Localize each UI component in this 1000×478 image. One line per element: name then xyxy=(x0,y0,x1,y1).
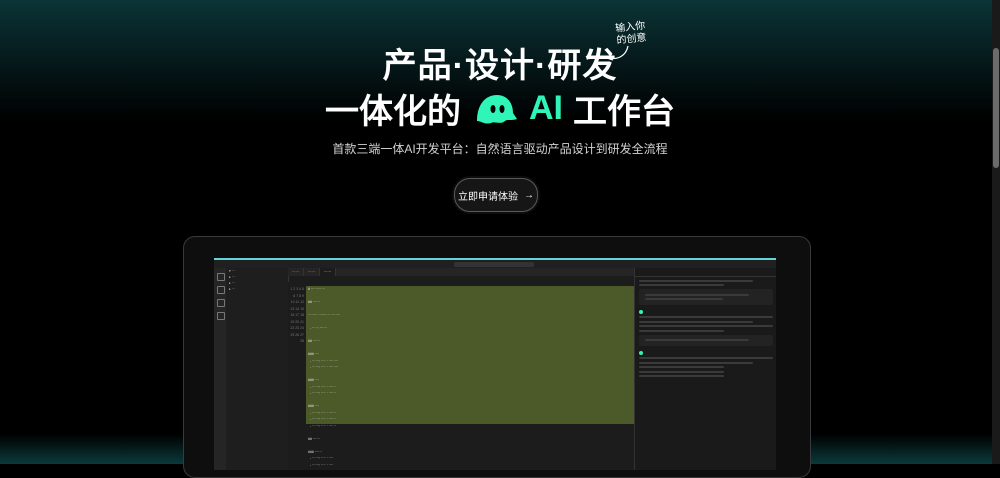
ide-tabs: ······ ······ ······ xyxy=(288,268,634,276)
chat-text-line xyxy=(639,316,773,318)
chat-text-line xyxy=(639,325,773,327)
explorer-item: ▸ ··· xyxy=(229,287,236,291)
chat-text-line xyxy=(645,293,749,296)
chat-author xyxy=(639,309,773,314)
ai-chat-panel xyxy=(634,268,776,470)
ide-titlebar xyxy=(214,260,776,268)
editor-tab: ······ xyxy=(288,268,304,276)
ide-explorer: ▾ ··· ▸ ··· ▸ ··· ▸ ··· xyxy=(226,268,289,470)
ide-activity-bar xyxy=(214,268,226,470)
ide-editor: 1 2 3 4 5 6 7 8 9 10 11 12 13 14 15 16 1… xyxy=(288,282,634,470)
hero-subtitle: 首款三端一体AI开发平台：自然语言驱动产品设计到研发全流程 xyxy=(332,142,668,156)
arrow-right-icon: → xyxy=(524,189,534,201)
avatar xyxy=(639,309,643,314)
branch-icon xyxy=(217,299,225,307)
chat-text-line xyxy=(639,320,753,323)
files-icon xyxy=(217,273,225,281)
chat-text-line xyxy=(639,284,725,286)
hero-title-right: 工作台 xyxy=(573,93,675,131)
editor-tab: ······ xyxy=(304,268,320,276)
ghost-icon xyxy=(477,94,517,124)
chat-text-line xyxy=(639,329,725,332)
chat-message xyxy=(639,289,773,305)
chat-text-line xyxy=(639,370,725,373)
chat-text-line xyxy=(639,279,753,282)
avatar xyxy=(639,350,643,355)
chat-author xyxy=(639,350,773,355)
product-screenshot: ▾ ··· ▸ ··· ▸ ··· ▸ ··· ······ ······ ··… xyxy=(214,258,776,470)
search-icon xyxy=(217,286,225,294)
chat-text-line xyxy=(645,298,723,300)
apply-trial-label: 立即申请体验 xyxy=(458,191,518,203)
apply-trial-button[interactable]: 立即申请体验 → xyxy=(454,178,538,212)
code-lines: # ············ ## ······ ········ ······… xyxy=(308,287,341,467)
editor-tab-active: ······ xyxy=(320,268,336,276)
ide-search-bar xyxy=(454,262,534,267)
hero-title-line2: 一体化的 AI 工作台 xyxy=(0,84,1000,133)
line-numbers: 1 2 3 4 5 6 7 8 9 10 11 12 13 14 15 16 1… xyxy=(290,287,304,343)
hero-title-ai: AI xyxy=(529,89,563,127)
chat-message xyxy=(639,334,773,346)
chat-text-line xyxy=(639,366,725,368)
extensions-icon xyxy=(217,312,225,320)
chat-text-line xyxy=(639,375,725,377)
chat-text-line xyxy=(639,357,773,359)
curved-arrow-icon xyxy=(605,45,629,61)
chat-text-line xyxy=(639,361,753,364)
chat-text-line xyxy=(645,339,749,341)
hero-title-line1: 产品·设计·研发 xyxy=(382,47,618,85)
hero-title-left: 一体化的 xyxy=(325,93,461,131)
chat-header xyxy=(635,268,776,277)
